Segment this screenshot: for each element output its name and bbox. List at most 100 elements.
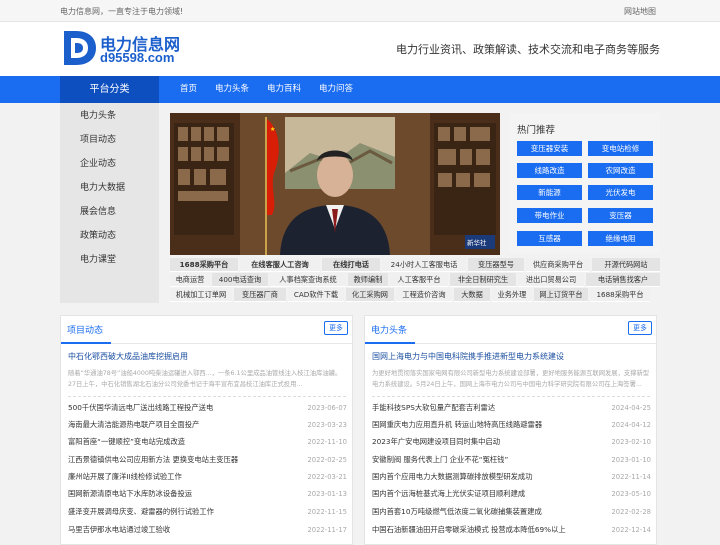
tag-link[interactable]: 教师编制 xyxy=(348,273,388,287)
list-item[interactable]: 2023年广安电网建设项目同时集中启动 2023-02-10 xyxy=(372,434,651,450)
nav-item-headlines[interactable]: 电力头条 xyxy=(215,76,249,103)
tag-link[interactable]: 机械加工订单网 xyxy=(170,288,232,302)
item-date: 2022-11-17 xyxy=(307,526,347,534)
list-item[interactable]: 马里吉伊那水电站通过竣工验收 2022-11-17 xyxy=(68,522,347,538)
tag-link[interactable]: 在线客服人工咨询 xyxy=(240,258,320,272)
list-item[interactable]: 海南最大清洁能源热电联产项目全面投产 2023-03-23 xyxy=(68,417,347,433)
item-title[interactable]: 500千伏国华清远电厂送出线路工程投产送电 xyxy=(68,400,213,416)
hot-btn-3[interactable]: 线路改造 xyxy=(517,163,582,178)
category-sidebar: 电力头条 项目动态 企业动态 电力大数据 展会信息 政策动态 电力课堂 xyxy=(60,103,159,303)
tag-link[interactable]: 1688采购平台 xyxy=(170,258,238,272)
tag-link[interactable]: 1688采购平台 xyxy=(590,288,650,302)
tag-link[interactable]: 人事档案查询系统 xyxy=(270,273,346,287)
banner-photo: ★ 新华社 xyxy=(170,113,500,255)
lead-article-title[interactable]: 国网上海电力与中国电科院携手推进新型电力系统建设 xyxy=(372,351,564,362)
tag-link[interactable]: 工程造价咨询 xyxy=(396,288,452,302)
item-title[interactable]: 国网新源清原电站下水库防冰设备投运 xyxy=(68,486,192,502)
nav-item-qa[interactable]: 电力问答 xyxy=(319,76,353,103)
sidebar-item-expo[interactable]: 展会信息 xyxy=(60,200,159,224)
tag-link[interactable]: 电话销售找客户 xyxy=(586,273,660,287)
lead-article-summary: 随着“华通油78号”油船4000吨柴油运罐进入鄂西...，一条6.1公里成品油管… xyxy=(68,370,342,388)
sidebar-item-bigdata[interactable]: 电力大数据 xyxy=(60,176,159,200)
tag-link[interactable]: 业务外理 xyxy=(492,288,532,302)
tag-link[interactable]: 进出口贸易公司 xyxy=(518,273,584,287)
nav-item-home[interactable]: 首页 xyxy=(180,76,197,103)
nav-item-encyclopedia[interactable]: 电力百科 xyxy=(267,76,301,103)
category-toggle[interactable]: 平台分类 xyxy=(60,76,159,103)
item-title[interactable]: 国内首个远海桩基式海上光伏实证项目顺利建成 xyxy=(372,486,525,502)
hot-btn-7[interactable]: 带电作业 xyxy=(517,208,582,223)
item-date: 2023-05-10 xyxy=(611,490,651,498)
tag-link[interactable]: 化工采购网 xyxy=(346,288,394,302)
hot-btn-2[interactable]: 变电站检修 xyxy=(588,141,653,156)
list-item[interactable]: 国内首个远海桩基式海上光伏实证项目顺利建成 2023-05-10 xyxy=(372,486,651,502)
item-title[interactable]: 海南最大清洁能源热电联产项目全面投产 xyxy=(68,417,199,433)
item-date: 2023-02-10 xyxy=(611,438,651,446)
tag-link[interactable]: 非全日制研究生 xyxy=(450,273,516,287)
hot-recommend-panel: 热门推荐 变压器安装 变电站检修 线路改造 农网改造 新能源 光伏发电 带电作业… xyxy=(509,113,660,253)
tag-link[interactable]: 开源代码网站 xyxy=(592,258,660,272)
list-item[interactable]: 国内首个应用电力大数据测算碳排放模型研发成功 2022-11-14 xyxy=(372,469,651,485)
hot-btn-8[interactable]: 变压器 xyxy=(588,208,653,223)
list-item[interactable]: 廉州站开展了廉洋II线检修试验工作 2022-03-21 xyxy=(68,469,347,485)
hot-btn-9[interactable]: 互感器 xyxy=(517,231,582,246)
tag-link[interactable]: 大数据 xyxy=(454,288,490,302)
banner-caption: 新华社 xyxy=(467,238,487,247)
list-item[interactable]: 安徽制阀 服务代表上门 企业不花“冤枉钱” 2023-01-10 xyxy=(372,452,651,468)
panel-title-underline xyxy=(365,342,415,344)
tag-link[interactable]: 网上订货平台 xyxy=(534,288,588,302)
panel-title: 项目动态 xyxy=(67,326,104,336)
tag-link[interactable]: CAD软件下载 xyxy=(288,288,344,302)
sidebar-item-companies[interactable]: 企业动态 xyxy=(60,152,159,176)
list-item[interactable]: 中国石油新疆油田开启零碳采油模式 投营成本降低69%以上 2022-12-14 xyxy=(372,522,651,538)
item-title[interactable]: 国内首套10万吨级燃气低浓度二氧化碳捕集装置建成 xyxy=(372,504,542,520)
tag-link[interactable]: 电商运营 xyxy=(170,273,210,287)
list-item[interactable]: 国内首套10万吨级燃气低浓度二氧化碳捕集装置建成 2022-02-28 xyxy=(372,504,651,520)
lead-article-title[interactable]: 中石化鄂西破大成品油库挖掘启用 xyxy=(68,351,188,362)
item-title[interactable]: 中国石油新疆油田开启零碳采油模式 投营成本降低69%以上 xyxy=(372,522,566,538)
tag-link[interactable]: 在线打电话 xyxy=(322,258,380,272)
item-title[interactable]: 国网重庆电力应用直升机 转运山地特高压线路避雷器 xyxy=(372,417,542,433)
tag-link[interactable]: 变压器厂商 xyxy=(234,288,286,302)
list-item[interactable]: 500千伏国华清远电厂送出线路工程投产送电 2023-06-07 xyxy=(68,400,347,416)
tag-link[interactable]: 24小时人工客服电话 xyxy=(382,258,466,272)
hot-btn-1[interactable]: 变压器安装 xyxy=(517,141,582,156)
sitemap-link[interactable]: 网站地图 xyxy=(624,6,656,17)
item-title[interactable]: 江西景德镇供电公司应用新方法 更换变电站主变压器 xyxy=(68,452,238,468)
site-logo[interactable]: 电力信息网 d95598.com xyxy=(62,28,182,68)
list-item[interactable]: 盛泽变开展调母庆变、避雷器的例行试验工作 2022-11-15 xyxy=(68,504,347,520)
sidebar-item-headlines[interactable]: 电力头条 xyxy=(60,104,159,128)
more-button[interactable]: 更多 xyxy=(628,321,652,335)
item-title[interactable]: 国内首个应用电力大数据测算碳排放模型研发成功 xyxy=(372,469,533,485)
tag-link[interactable]: 400电话查询 xyxy=(212,273,268,287)
item-title[interactable]: 手能科技SPS大软包量产配套吉利雷达 xyxy=(372,400,495,416)
list-item[interactable]: 富阳首座“一键顺控”变电站完成改造 2022-11-10 xyxy=(68,434,347,450)
item-title[interactable]: 盛泽变开展调母庆变、避雷器的例行试验工作 xyxy=(68,504,214,520)
list-item[interactable]: 江西景德镇供电公司应用新方法 更换变电站主变压器 2022-02-25 xyxy=(68,452,347,468)
item-title[interactable]: 廉州站开展了廉洋II线检修试验工作 xyxy=(68,469,182,485)
project-news-panel: 项目动态 更多 中石化鄂西破大成品油库挖掘启用 随着“华通油78号”油船4000… xyxy=(60,315,353,545)
hot-btn-10[interactable]: 绝缘电阻 xyxy=(588,231,653,246)
tag-link[interactable]: 变压器型号 xyxy=(468,258,524,272)
headlines-panel: 电力头条 更多 国网上海电力与中国电科院携手推进新型电力系统建设 为更好地贯彻落… xyxy=(364,315,657,545)
item-date: 2022-02-25 xyxy=(307,456,347,464)
hot-btn-4[interactable]: 农网改造 xyxy=(588,163,653,178)
sidebar-item-policy[interactable]: 政策动态 xyxy=(60,224,159,248)
item-title[interactable]: 2023年广安电网建设项目同时集中启动 xyxy=(372,434,500,450)
item-title[interactable]: 富阳首座“一键顺控”变电站完成改造 xyxy=(68,434,185,450)
item-date: 2023-01-13 xyxy=(307,490,347,498)
sidebar-item-projects[interactable]: 项目动态 xyxy=(60,128,159,152)
hot-btn-5[interactable]: 新能源 xyxy=(517,185,582,200)
more-button[interactable]: 更多 xyxy=(324,321,348,335)
banner-image[interactable]: ★ 新华社 xyxy=(170,113,500,255)
list-item[interactable]: 国网重庆电力应用直升机 转运山地特高压线路避雷器 2024-04-12 xyxy=(372,417,651,433)
hot-btn-6[interactable]: 光伏发电 xyxy=(588,185,653,200)
tag-link[interactable]: 人工客服平台 xyxy=(390,273,448,287)
list-item[interactable]: 国网新源清原电站下水库防冰设备投运 2023-01-13 xyxy=(68,486,347,502)
sidebar-item-classroom[interactable]: 电力课堂 xyxy=(60,248,159,272)
item-title[interactable]: 安徽制阀 服务代表上门 企业不花“冤枉钱” xyxy=(372,452,508,468)
tag-link[interactable]: 供应商采购平台 xyxy=(526,258,590,272)
list-item[interactable]: 手能科技SPS大软包量产配套吉利雷达 2024-04-25 xyxy=(372,400,651,416)
item-date: 2022-02-28 xyxy=(611,508,651,516)
item-title[interactable]: 马里吉伊那水电站通过竣工验收 xyxy=(68,522,170,538)
